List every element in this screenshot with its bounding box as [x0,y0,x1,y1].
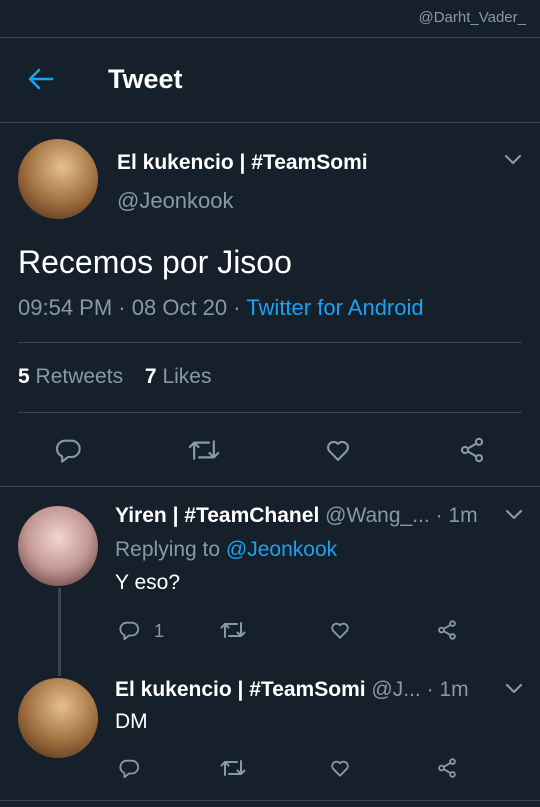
thread-divider [0,486,540,487]
author-name[interactable]: Yiren | #TeamChanel [115,504,319,527]
watermark: @Darht_Vader_ [418,9,526,26]
like-icon[interactable] [324,436,352,464]
reply-icon[interactable] [54,436,82,464]
reply-icon[interactable] [118,619,140,641]
tweet-date: 08 Oct 20 [131,295,228,320]
reply-text: Y eso? [115,571,180,594]
avatar[interactable] [18,678,98,758]
like-icon[interactable] [329,757,351,779]
replying-handle-link[interactable]: @Jeonkook [226,538,337,561]
chevron-down-icon[interactable] [504,154,522,166]
chevron-down-icon[interactable] [505,683,523,695]
retweet-icon[interactable] [220,619,246,641]
retweet-count: 5 [18,365,30,388]
retweets-label: Retweets [35,365,124,388]
thread-connector [58,588,61,676]
reply-header: Yiren | #TeamChanel @Wang_... · 1m [115,504,478,528]
reply-time: · 1m [435,504,478,527]
meta-divider [18,342,522,343]
meta-separator: · [233,295,241,320]
tweet-time: 09:54 PM [18,295,113,320]
avatar[interactable] [18,139,98,219]
reply-time: · 1m [426,678,469,701]
reply-icon[interactable] [118,757,140,779]
page-title: Tweet [108,64,183,94]
stats-divider [18,412,522,413]
reply-count: 1 [154,621,165,641]
chevron-down-icon[interactable] [505,509,523,521]
retweet-icon[interactable] [220,757,246,779]
replying-label: Replying to [115,538,221,561]
likes-label: Likes [162,365,212,388]
author-name[interactable]: El kukencio | #TeamSomi [115,678,366,701]
header: Tweet [0,38,540,122]
replying-to: Replying to @Jeonkook [115,538,337,562]
author-handle[interactable]: @Jeonkook [117,188,234,214]
like-icon[interactable] [329,619,351,641]
author-handle[interactable]: @J... [371,678,420,701]
meta-separator: · [118,295,126,320]
avatar[interactable] [18,506,98,586]
reply-header: El kukencio | #TeamSomi @J... · 1m [115,678,469,702]
share-icon[interactable] [436,619,458,641]
likes-stat[interactable]: 7 Likes [145,365,212,388]
tweet-meta: 09:54 PM · 08 Oct 20 · Twitter for Andro… [18,295,424,321]
retweets-stat[interactable]: 5 Retweets [18,365,123,388]
retweet-icon[interactable] [188,436,220,464]
tweet-text: Recemos por Jisoo [18,244,292,280]
back-arrow-icon[interactable] [28,68,54,90]
like-count: 7 [144,365,157,388]
bottom-divider [0,800,540,801]
tweet-stats: 5 Retweets 7 Likes [18,365,211,389]
reply-text: DM [115,710,148,733]
share-icon[interactable] [458,436,486,464]
author-handle[interactable]: @Wang_... [325,504,430,527]
author-name[interactable]: El kukencio | #TeamSomi [117,151,368,175]
tweet-source-link[interactable]: Twitter for Android [246,295,423,320]
share-icon[interactable] [436,757,458,779]
header-divider [0,122,540,123]
